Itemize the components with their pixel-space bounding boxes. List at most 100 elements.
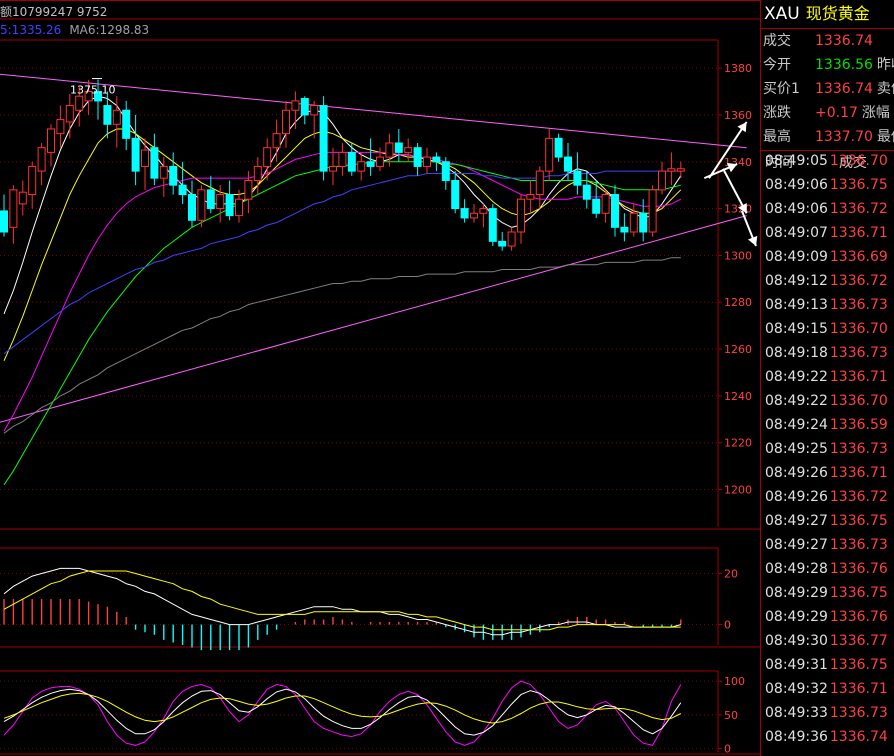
tick-row[interactable]: 08:49:28 1336.76 — [765, 557, 888, 581]
tick-price: 1336.72 — [829, 489, 888, 505]
candle-body — [545, 137, 554, 172]
tick-row[interactable]: 08:49:33 1336.73 — [765, 701, 888, 725]
candle-body — [376, 156, 384, 167]
y-tick-label: 1200 — [724, 484, 752, 497]
tick-time: 08:49:33 — [765, 705, 828, 721]
tick-time: 08:49:22 — [765, 393, 828, 409]
candle-body — [197, 189, 206, 221]
oscillator-line — [3, 680, 682, 746]
tick-price: 1336.59 — [829, 417, 888, 433]
candle-body — [639, 212, 648, 233]
quote-label: 今开 — [763, 57, 791, 73]
candle-body — [310, 105, 319, 116]
trendline — [0, 215, 747, 423]
tick-row[interactable]: 08:49:29 1336.76 — [765, 605, 888, 629]
tick-price: 1336.75 — [829, 585, 888, 601]
tick-price: 1336.72 — [829, 201, 888, 217]
tick-row[interactable]: 08:49:26 1336.71 — [765, 461, 888, 485]
candle-body — [131, 137, 140, 172]
tick-row[interactable]: 08:49:32 1336.71 — [765, 677, 888, 701]
tick-price: 1336.73 — [829, 297, 888, 313]
quote-trail-label: 卖价 — [876, 81, 894, 97]
candle-body — [159, 165, 168, 179]
y-tick-label: 100 — [724, 675, 745, 688]
candle-body — [564, 156, 572, 172]
quote-value: 1336.74 — [815, 81, 873, 97]
candle-body — [479, 208, 488, 214]
quote-trail-label: 最低 — [876, 129, 894, 145]
tick-row[interactable]: 08:49:22 1336.70 — [765, 389, 888, 413]
tick-row[interactable]: 08:49:05 1336.70 — [765, 149, 888, 173]
candle-body — [517, 198, 525, 233]
tick-time: 08:49:29 — [765, 609, 828, 625]
quote-panel: XAU现货黄金 成交1336.74今开1336.56昨收买价11336.74卖价… — [760, 0, 894, 756]
tick-time: 08:49:09 — [765, 249, 828, 265]
candle-body — [178, 184, 187, 196]
tick-price: 1336.70 — [829, 393, 888, 409]
tick-row[interactable]: 08:49:30 1336.77 — [765, 629, 888, 653]
candle-body — [235, 198, 243, 217]
quote-label: 涨跌 — [763, 105, 791, 121]
candle-body — [47, 128, 55, 153]
tick-time: 08:49:07 — [765, 225, 828, 241]
candle-body — [460, 208, 469, 219]
tick-row[interactable]: 08:49:15 1336.70 — [765, 317, 888, 341]
tick-row[interactable]: 08:49:26 1336.72 — [765, 485, 888, 509]
candle-body — [676, 168, 685, 172]
tick-price: 1336.73 — [829, 537, 888, 553]
tick-price: 1336.72 — [829, 273, 888, 289]
quote-value: 1336.56 — [815, 57, 873, 73]
tick-price: 1336.73 — [829, 441, 888, 457]
tick-row[interactable]: 08:49:24 1336.59 — [765, 413, 888, 437]
tick-price: 1336.71 — [829, 369, 888, 385]
candle-body — [65, 105, 74, 123]
tick-row[interactable]: 08:49:22 1336.71 — [765, 365, 888, 389]
candle-body — [470, 212, 478, 219]
candle-body — [216, 194, 225, 210]
tick-price: 1336.73 — [829, 705, 888, 721]
tick-row[interactable]: 08:49:27 1336.73 — [765, 533, 888, 557]
candle-body — [582, 184, 591, 200]
tick-row[interactable]: 08:49:07 1336.71 — [765, 221, 888, 245]
tick-row[interactable]: 08:49:06 1336.72 — [765, 197, 888, 221]
tick-row[interactable]: 08:49:13 1336.73 — [765, 293, 888, 317]
symbol-code: XAU — [764, 4, 800, 24]
quote-label: 最高 — [763, 129, 791, 145]
tick-row[interactable]: 08:49:36 1336.74 — [765, 725, 888, 749]
tick-time: 08:49:24 — [765, 417, 828, 433]
tick-row[interactable]: 08:49:25 1336.73 — [765, 437, 888, 461]
tick-row[interactable]: 08:49:29 1336.75 — [765, 581, 888, 605]
candle-body — [385, 142, 394, 158]
tick-time: 08:49:27 — [765, 537, 828, 553]
candle-body — [329, 165, 337, 172]
tick-time: 08:49:06 — [765, 201, 828, 217]
tick-time: 08:49:26 — [765, 465, 828, 481]
tick-time: 08:49:06 — [765, 177, 828, 193]
candle-body — [394, 142, 403, 153]
tick-time: 08:49:27 — [765, 513, 828, 529]
tick-row[interactable]: 08:49:12 1336.72 — [765, 269, 888, 293]
y-tick-label: 0 — [724, 619, 731, 632]
tick-time: 08:49:05 — [765, 153, 828, 169]
panel-header: XAU 现货黄金 — [764, 2, 870, 26]
candle-body — [648, 189, 657, 233]
y-tick-label: 50 — [724, 709, 738, 722]
chart-area[interactable]: 1200 1220 1240 1260 1280 1300 1320 1340 1360 1380… — [0, 0, 760, 756]
quote-row: 买价1 1336.74卖价 — [763, 78, 894, 100]
quote-value: 1337.70 — [815, 129, 873, 145]
tick-price: 1336.75 — [829, 513, 888, 529]
candle-body — [103, 105, 112, 125]
quote-row: 最高 1337.70最低 — [763, 126, 894, 148]
tick-time: 08:49:12 — [765, 273, 828, 289]
tick-row[interactable]: 08:49:31 1336.75 — [765, 653, 888, 677]
tick-row[interactable]: 08:49:18 1336.73 — [765, 341, 888, 365]
candle-body — [629, 212, 638, 233]
tick-row[interactable]: 08:49:09 1336.69 — [765, 245, 888, 269]
quote-value: 1336.74 — [815, 33, 873, 49]
tick-row[interactable]: 08:49:06 1336.75 — [765, 173, 888, 197]
candle-body — [432, 156, 441, 163]
quote-row: 涨跌 +0.17 涨幅 — [763, 102, 890, 124]
candle-body — [404, 147, 413, 153]
candle-body — [37, 147, 46, 172]
tick-row[interactable]: 08:49:27 1336.75 — [765, 509, 888, 533]
